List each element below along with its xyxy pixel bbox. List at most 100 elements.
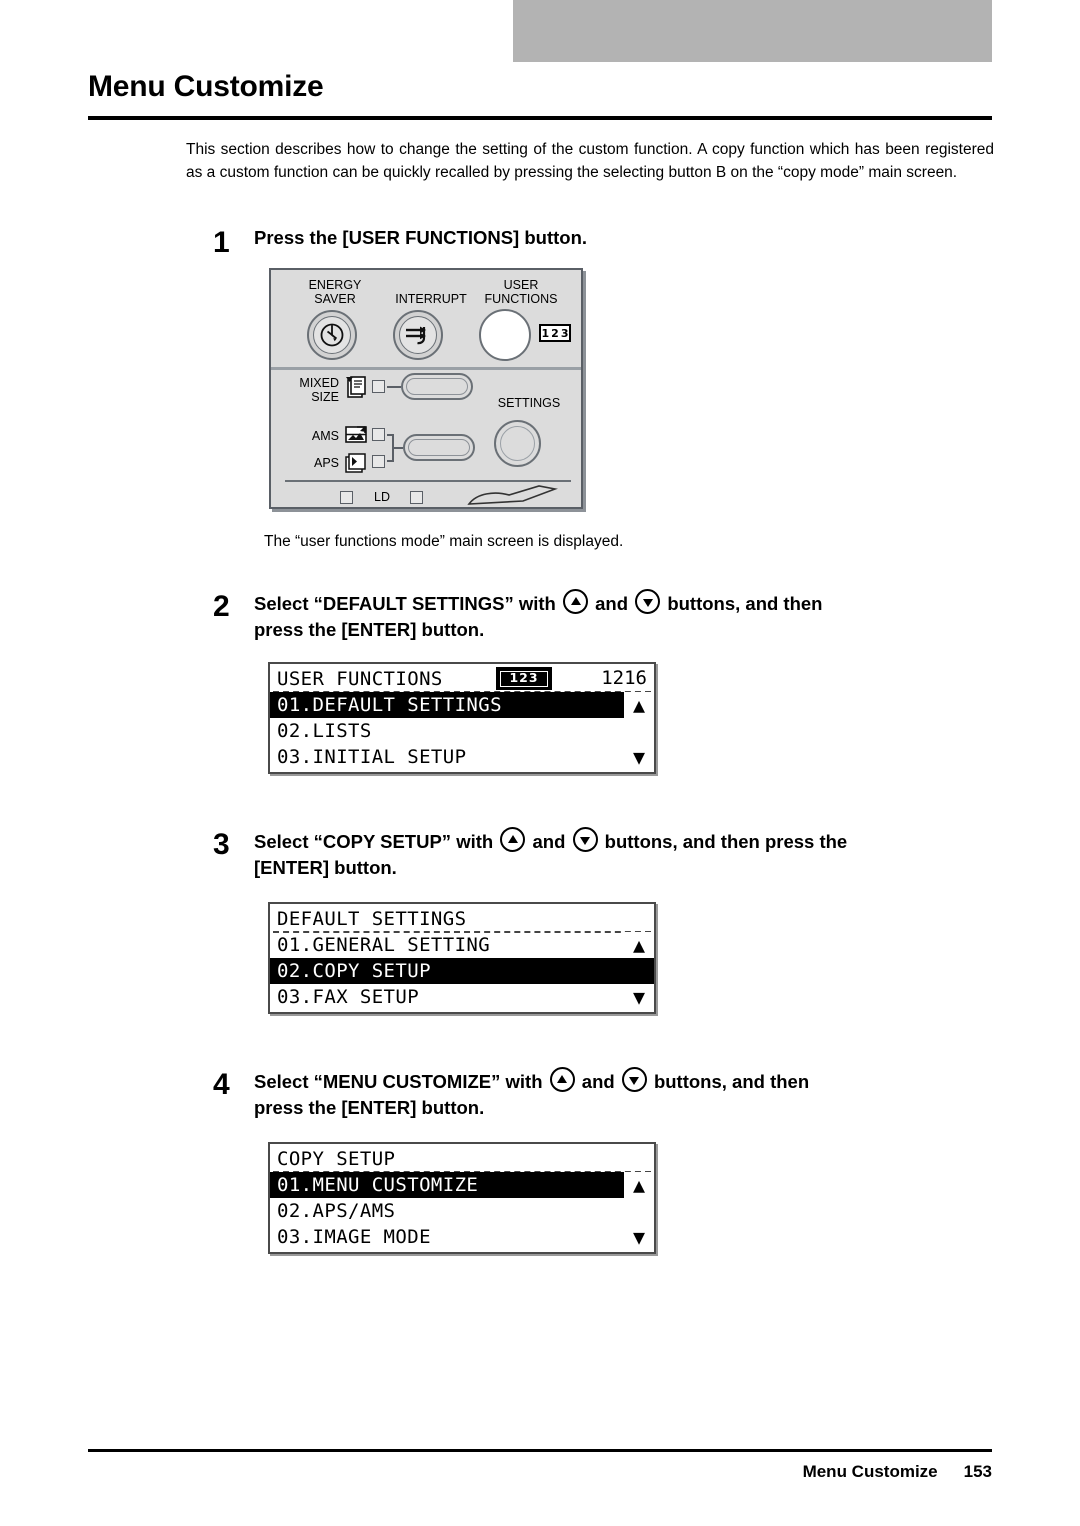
- lcd3-row-1[interactable]: 01.MENU CUSTOMIZE: [270, 1172, 654, 1198]
- intro-paragraph: This section describes how to change the…: [186, 141, 994, 181]
- paper-tray-graphic: [467, 485, 558, 505]
- footer: Menu Customize 153: [803, 1462, 992, 1482]
- lcd1-title-row: USER FUNCTIONS: [270, 666, 654, 692]
- lcd2-row-1-label: 01.GENERAL SETTING: [277, 934, 491, 956]
- lcd1-row-1[interactable]: 01.DEFAULT SETTINGS: [270, 692, 654, 718]
- lcd2-title-row: DEFAULT SETTINGS: [270, 906, 654, 932]
- lcd1-row-2-label: 02.LISTS: [277, 720, 372, 742]
- lcd2-row-3-label: 03.FAX SETUP: [277, 986, 420, 1008]
- user-functions-label: USER FUNCTIONS: [484, 278, 558, 306]
- step-3-text-part2: buttons, and then press the: [604, 831, 848, 852]
- step-2-text-part1: Select “DEFAULT SETTINGS” with: [254, 593, 556, 614]
- lcd2-row-2-label: 02.COPY SETUP: [277, 960, 431, 982]
- arrow-down-button-icon: [572, 827, 598, 852]
- settings-label: SETTINGS: [497, 396, 561, 410]
- aps-ams-button[interactable]: [403, 434, 475, 461]
- lcd3-scroll-down-arrow[interactable]: ▼: [624, 1224, 654, 1250]
- settings-button-inner: [500, 426, 535, 461]
- lcd2-row-1[interactable]: 01.GENERAL SETTING: [270, 932, 654, 958]
- aps-icon: [345, 453, 366, 473]
- lcd1-row-3-label: 03.INITIAL SETUP: [277, 746, 467, 768]
- lcd1-123-badge: 123: [496, 667, 552, 690]
- lcd3-row-2-label: 02.APS/AMS: [277, 1200, 396, 1222]
- lcd1-up-arrow-glyph: ▲: [632, 693, 646, 717]
- panel-bottom-divider: [285, 480, 571, 482]
- step-2-text-line2: press the [ENTER] button.: [254, 619, 485, 640]
- step-1-caption: The “user functions mode” main screen is…: [264, 533, 624, 550]
- arrow-up-button-icon: [500, 827, 526, 852]
- step-3-number: 3: [213, 828, 230, 861]
- lcd2-scroll-down-arrow[interactable]: ▼: [624, 984, 654, 1010]
- lcd3-title: COPY SETUP: [277, 1148, 396, 1170]
- lcd3-row-2[interactable]: 02.APS/AMS: [270, 1198, 654, 1224]
- lcd1-scroll-up-arrow[interactable]: ▲: [624, 692, 654, 718]
- lcd1-row-2[interactable]: 02.LISTS: [270, 718, 654, 744]
- mixed-size-led: [372, 380, 385, 393]
- badge-digit-2: 2: [550, 326, 560, 340]
- lcd3-scroll-up-arrow[interactable]: ▲: [624, 1172, 654, 1198]
- ld-led-right: [410, 491, 423, 504]
- lcd2-up-arrow-glyph: ▲: [632, 933, 646, 957]
- energy-saver-label: ENERGY SAVER: [308, 278, 362, 306]
- step-3-text: Select “COPY SETUP” with and buttons, an…: [254, 827, 1014, 881]
- mixed-size-wire: [387, 386, 401, 388]
- mixed-size-button[interactable]: [401, 373, 473, 400]
- step-1-number: 1: [213, 226, 230, 259]
- lcd1-row-1-label: 01.DEFAULT SETTINGS: [277, 694, 502, 716]
- step-2-number: 2: [213, 590, 230, 623]
- step-2-text-part2: buttons, and then: [667, 593, 823, 614]
- title-divider: [88, 116, 992, 120]
- badge-digit-1: 1: [541, 326, 550, 340]
- lcd2-down-arrow-glyph: ▼: [632, 985, 646, 1009]
- lcd2-row-3[interactable]: 03.FAX SETUP: [270, 984, 654, 1010]
- lcd3-title-row: COPY SETUP: [270, 1146, 654, 1172]
- user-functions-button[interactable]: [479, 309, 531, 361]
- aps-led: [372, 455, 385, 468]
- step-4-text: Select “MENU CUSTOMIZE” with and buttons…: [254, 1067, 1014, 1121]
- footer-page-number: 153: [963, 1462, 992, 1481]
- page-title: Menu Customize: [88, 70, 324, 103]
- ld-led-left: [340, 491, 353, 504]
- footer-divider: [88, 1449, 992, 1452]
- interrupt-icon: [406, 326, 426, 345]
- step-3-text-line2: [ENTER] button.: [254, 857, 397, 878]
- ld-label: LD: [374, 490, 390, 504]
- control-panel-illustration: ENERGY SAVER INTERRUPT USER FUNCTIONS 123 …: [269, 268, 583, 509]
- ams-aps-wire-join: [392, 447, 403, 449]
- arrow-up-button-icon: [549, 1067, 575, 1092]
- ams-icon: [345, 426, 367, 443]
- lcd3-row-3-label: 03.IMAGE MODE: [277, 1226, 431, 1248]
- step-2-text: Select “DEFAULT SETTINGS” with and butto…: [254, 589, 1014, 643]
- step-4-text-line2: press the [ENTER] button.: [254, 1097, 485, 1118]
- footer-section-label: Menu Customize: [802, 1462, 938, 1481]
- lcd1-scroll-down-arrow[interactable]: ▼: [624, 744, 654, 770]
- lcd3-row-3[interactable]: 03.IMAGE MODE: [270, 1224, 654, 1250]
- ams-wire: [387, 434, 394, 436]
- ams-led: [372, 428, 385, 441]
- lcd2-scroll-up-arrow[interactable]: ▲: [624, 932, 654, 958]
- step-4-number: 4: [213, 1068, 230, 1101]
- lcd-default-settings: DEFAULT SETTINGS 01.GENERAL SETTING ▲ 02…: [268, 902, 656, 1014]
- lcd3-up-arrow-glyph: ▲: [632, 1173, 646, 1197]
- lcd1-row-3[interactable]: 03.INITIAL SETUP: [270, 744, 654, 770]
- step-3-text-part1: Select “COPY SETUP” with: [254, 831, 494, 852]
- ams-label: AMS: [311, 429, 339, 443]
- lcd1-123-badge-text: 123: [500, 670, 548, 687]
- step-4-text-mid: and: [581, 1071, 615, 1092]
- arrow-down-button-icon: [621, 1067, 647, 1092]
- mixed-size-label: MIXED SIZE: [299, 376, 339, 404]
- lcd1-title: USER FUNCTIONS: [277, 668, 443, 690]
- badge-digit-3: 3: [560, 326, 569, 340]
- panel-divider: [271, 367, 581, 370]
- step-4-text-part2: buttons, and then: [653, 1071, 810, 1092]
- mixed-size-icon: [346, 376, 366, 398]
- lcd1-clock: 1216: [601, 667, 647, 689]
- lcd-copy-setup: COPY SETUP 01.MENU CUSTOMIZE ▲ 02.APS/AM…: [268, 1142, 656, 1254]
- arrow-down-button-icon: [635, 589, 661, 614]
- header-gray-bar: [513, 0, 992, 62]
- lcd2-row-2[interactable]: 02.COPY SETUP: [270, 958, 654, 984]
- lcd2-title: DEFAULT SETTINGS: [277, 908, 467, 930]
- lcd3-down-arrow-glyph: ▼: [632, 1225, 646, 1249]
- energy-saver-icon: [320, 323, 344, 347]
- arrow-up-button-icon: [563, 589, 588, 614]
